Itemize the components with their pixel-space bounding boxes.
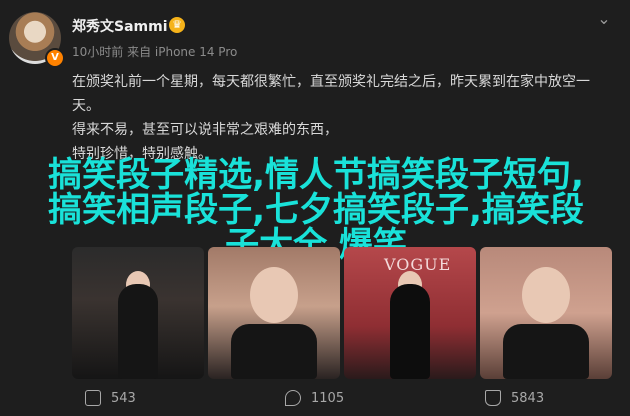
vogue-logo: VOGUE (384, 255, 452, 274)
photo-subject-body (231, 324, 317, 379)
photo-subject-body (390, 284, 430, 379)
photo-thumbnail[interactable] (208, 247, 340, 379)
crown-badge-icon: ♛ (169, 17, 185, 33)
post-actions: 543 1105 5843 (0, 386, 630, 414)
comment-button[interactable]: 1105 (285, 390, 344, 406)
photo-subject-head (250, 267, 298, 323)
post-line: 得来不易，甚至可以说非常之艰难的东西， (72, 122, 338, 138)
photo-subject-body (503, 324, 589, 379)
share-icon (85, 390, 101, 406)
share-count: 543 (111, 390, 136, 406)
post-text: 在颁奖礼前一个星期，每天都很繁忙，直至颁奖礼完结之后，昨天累到在家中放空一天。 … (72, 70, 612, 166)
comment-icon (285, 390, 301, 406)
photo-thumbnail[interactable]: VOGUE (344, 247, 476, 379)
username[interactable]: 郑秀文Sammi (72, 16, 168, 36)
overlay-line: 搞笑段子精选,情人节搞笑段子短句, (48, 155, 584, 195)
like-button[interactable]: 5843 (485, 390, 544, 406)
photo-thumbnail[interactable] (72, 247, 204, 379)
photo-subject-head (522, 267, 570, 323)
like-count: 5843 (511, 390, 545, 406)
verified-badge-icon: V (45, 48, 65, 68)
overlay-line: 搞笑相声段子,七夕搞笑段子,搞笑段 (48, 190, 584, 230)
comment-count: 1105 (311, 390, 345, 406)
chevron-down-icon[interactable]: ⌄ (595, 10, 613, 28)
post-meta: 10小时前 来自 iPhone 14 Pro (72, 45, 238, 59)
photo-subject-body (118, 284, 158, 379)
post-line: 在颁奖礼前一个星期，每天都很繁忙，直至颁奖礼完结之后，昨天累到在家中放空一天。 (72, 74, 590, 114)
photo-thumbnail[interactable] (480, 247, 612, 379)
like-icon (485, 390, 501, 406)
share-button[interactable]: 543 (85, 390, 136, 406)
photo-grid: VOGUE (72, 247, 612, 383)
